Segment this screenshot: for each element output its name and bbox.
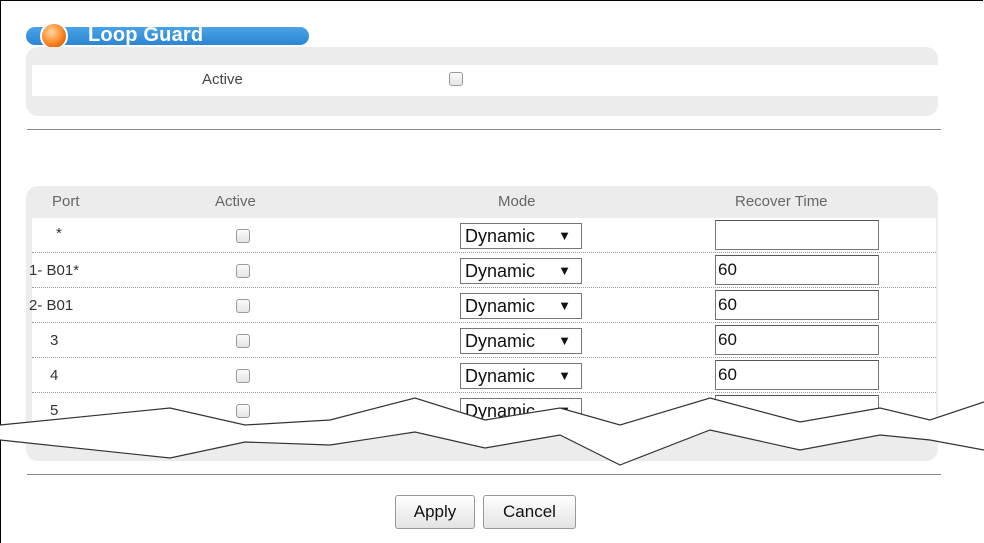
apply-button[interactable]: Apply xyxy=(395,495,475,529)
dropdown-arrow-icon: ▼ xyxy=(558,298,571,313)
global-active-checkbox[interactable] xyxy=(449,72,463,86)
port-cell: 1- B01* xyxy=(29,262,80,279)
recover-time-input[interactable]: 60 xyxy=(715,255,879,285)
cancel-button[interactable]: Cancel xyxy=(483,495,576,529)
port-active-checkbox[interactable] xyxy=(236,264,250,278)
mode-select[interactable]: Dynamic ▼ xyxy=(460,328,582,354)
dropdown-arrow-icon: ▼ xyxy=(558,228,571,243)
mode-value: Dynamic xyxy=(465,261,536,281)
divider xyxy=(27,129,941,130)
port-cell: 2- B01 xyxy=(29,297,74,314)
orb-icon xyxy=(40,22,68,50)
mode-select[interactable]: Dynamic ▼ xyxy=(460,293,582,319)
header-active: Active xyxy=(215,193,256,210)
header-mode: Mode xyxy=(498,193,536,210)
port-active-checkbox[interactable] xyxy=(236,229,250,243)
header-recover-time: Recover Time xyxy=(735,193,828,210)
mode-select[interactable]: Dynamic ▼ xyxy=(460,223,582,249)
page-break-graphic xyxy=(0,397,984,466)
port-active-checkbox[interactable] xyxy=(236,334,250,348)
mode-value: Dynamic xyxy=(465,226,536,246)
dropdown-arrow-icon: ▼ xyxy=(558,333,571,348)
port-cell: * xyxy=(56,225,62,242)
port-cell: 3 xyxy=(50,332,59,349)
port-active-checkbox[interactable] xyxy=(236,299,250,313)
recover-time-input[interactable]: 60 xyxy=(715,290,879,320)
mode-value: Dynamic xyxy=(465,296,536,316)
global-active-label: Active xyxy=(202,71,243,88)
global-active-row xyxy=(32,65,938,96)
recover-time-input[interactable] xyxy=(715,220,879,250)
mode-select[interactable]: Dynamic ▼ xyxy=(460,258,582,284)
section-title: Loop Guard xyxy=(88,24,204,46)
divider xyxy=(27,474,941,475)
mode-value: Dynamic xyxy=(465,331,536,351)
recover-time-input[interactable]: 60 xyxy=(715,325,879,355)
header-port: Port xyxy=(52,193,80,210)
dropdown-arrow-icon: ▼ xyxy=(558,263,571,278)
